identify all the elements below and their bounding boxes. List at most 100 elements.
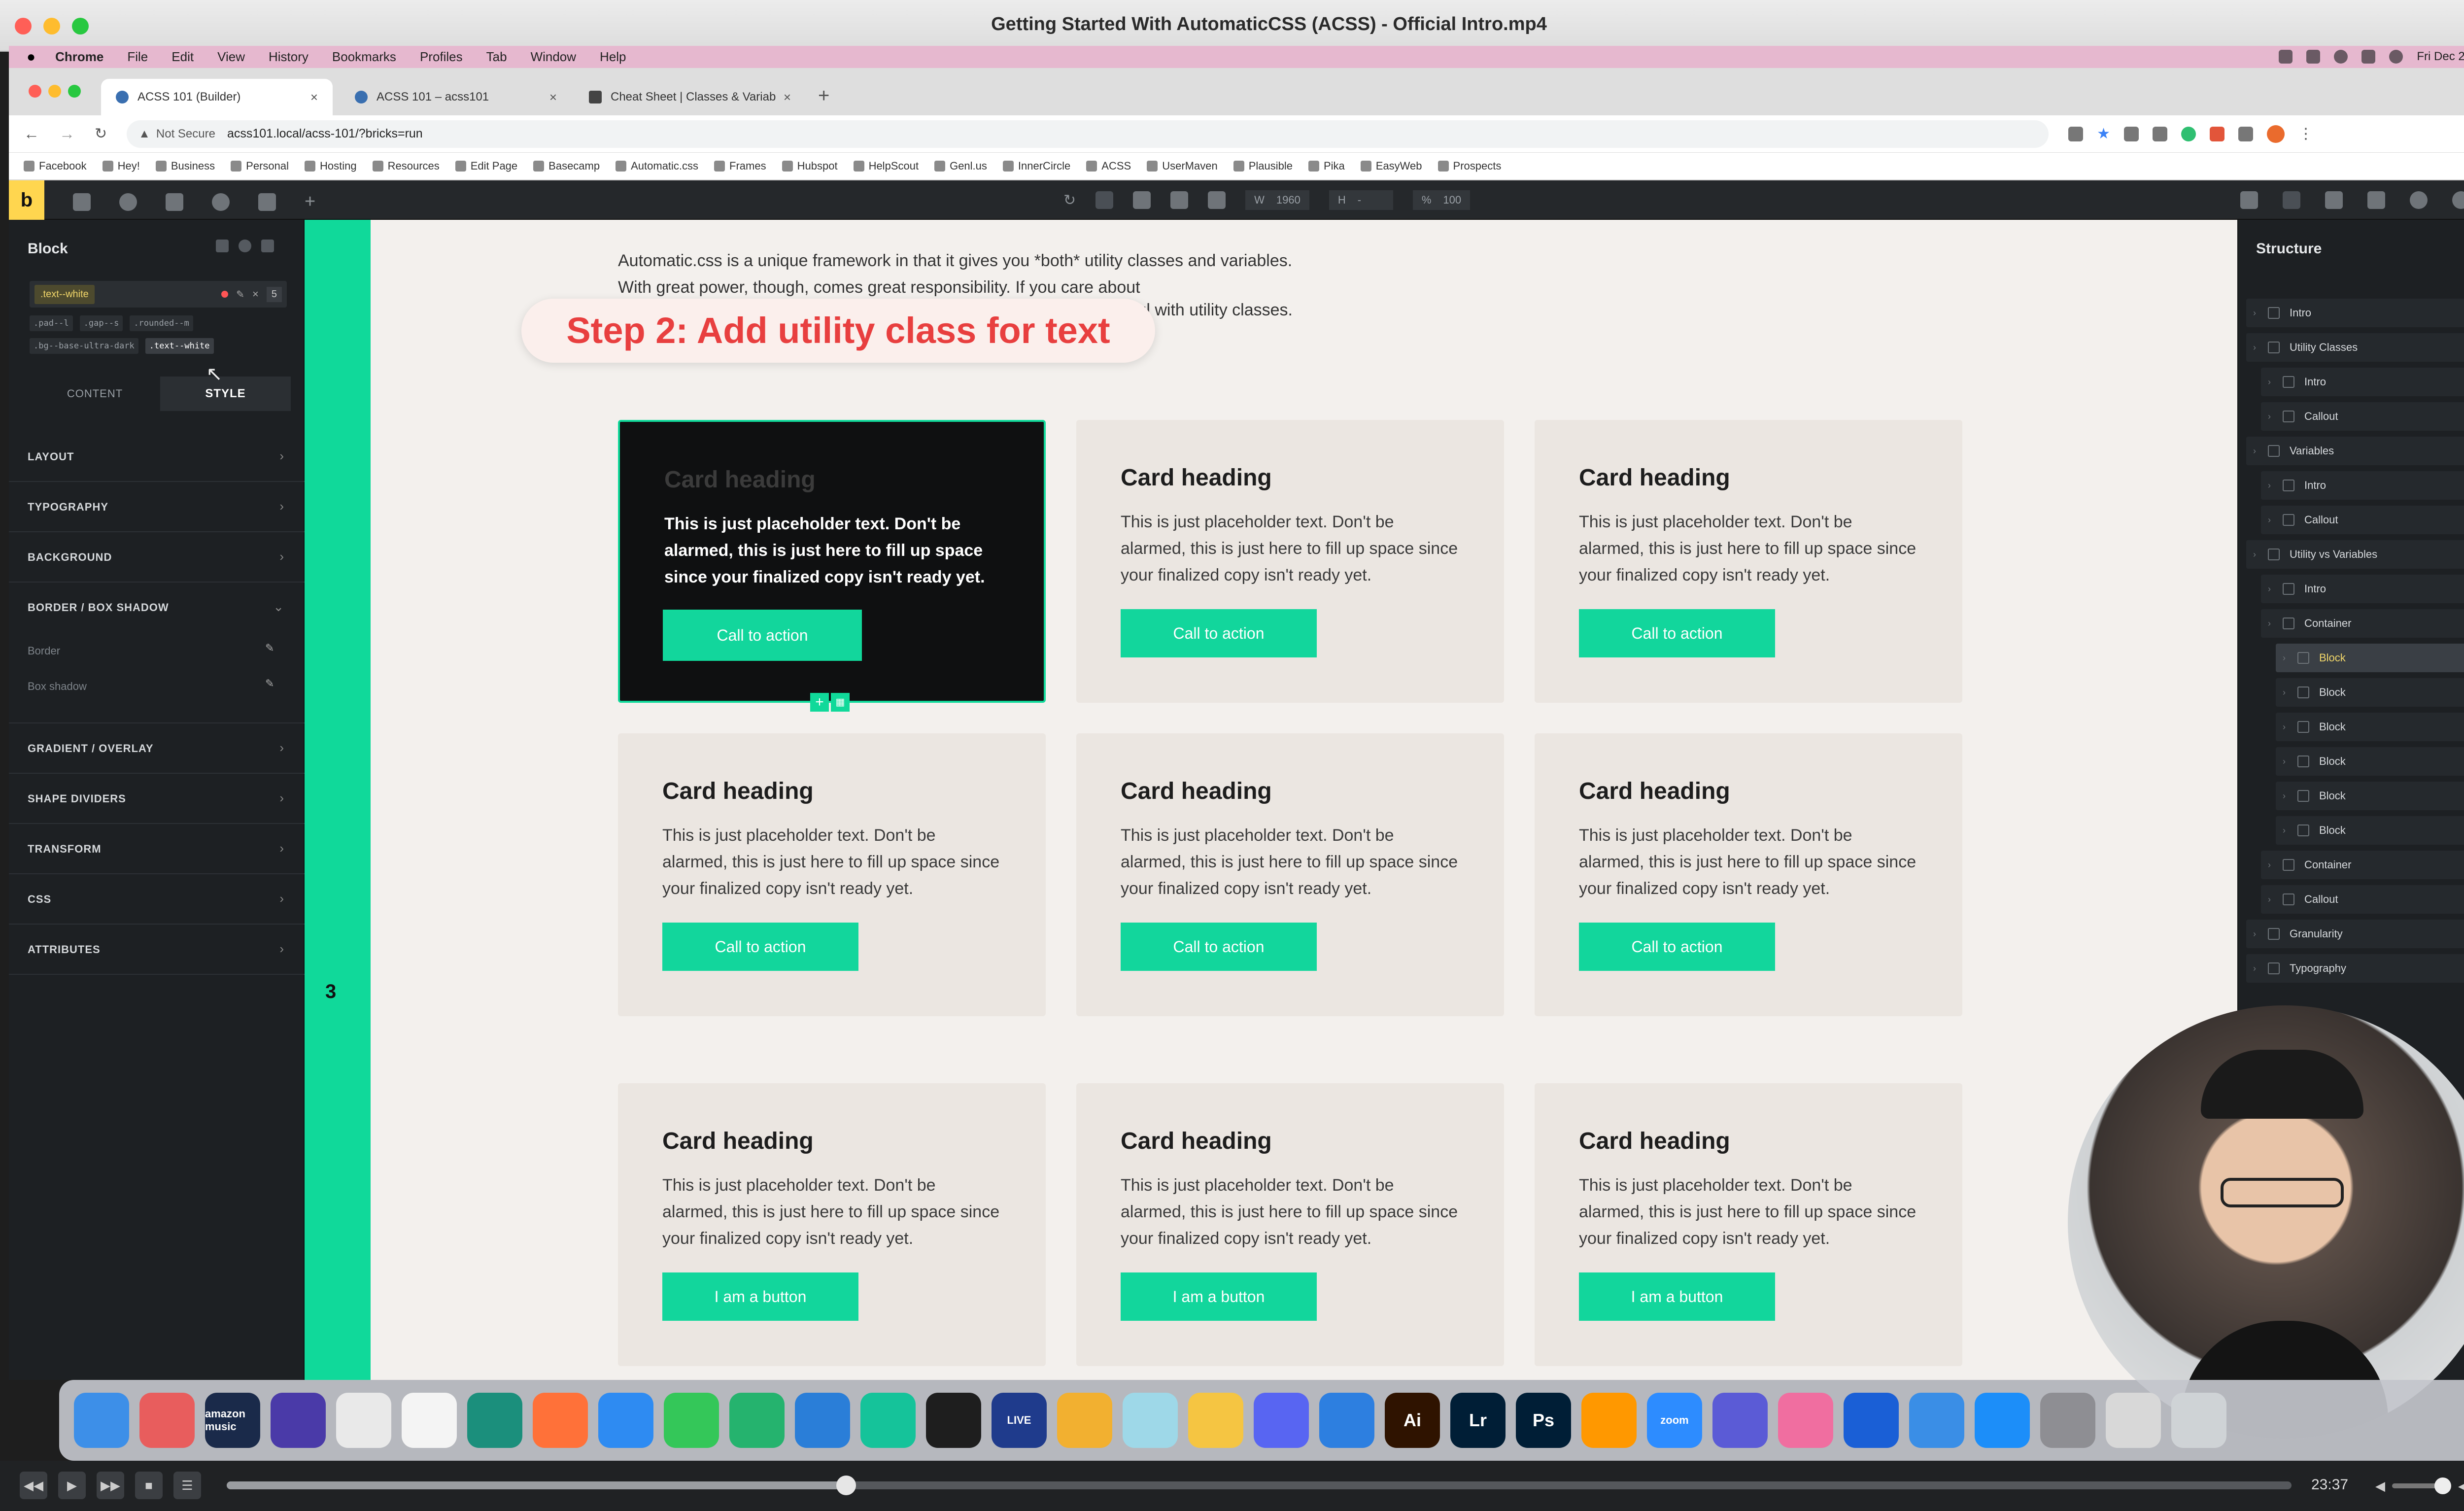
bookmark-item[interactable]: HelpScout bbox=[853, 160, 919, 172]
redo-icon[interactable] bbox=[2283, 191, 2300, 209]
structure-item[interactable]: › Block bbox=[2276, 816, 2464, 845]
section-background[interactable]: BACKGROUND › bbox=[9, 532, 305, 583]
bookmark-item[interactable]: Prospects bbox=[1437, 160, 1501, 172]
bookmark-item[interactable]: Personal bbox=[231, 160, 289, 172]
class-chip[interactable]: .pad--l bbox=[30, 315, 73, 331]
fast-forward-icon[interactable]: ▶▶ bbox=[97, 1472, 124, 1499]
chrome-minimize-button[interactable] bbox=[48, 85, 61, 98]
bookmark-item[interactable]: Genl.us bbox=[934, 160, 987, 172]
structure-item[interactable]: › Intro bbox=[2261, 471, 2464, 500]
bookmark-item[interactable]: UserMaven bbox=[1147, 160, 1218, 172]
play-icon[interactable]: ▶ bbox=[58, 1472, 86, 1499]
landscape-breakpoint-icon[interactable] bbox=[1170, 191, 1189, 209]
menu-item[interactable]: Help bbox=[600, 49, 626, 65]
chevron-right-icon[interactable]: › bbox=[2253, 929, 2259, 939]
card-button[interactable]: Call to action bbox=[1579, 609, 1775, 657]
section-border-box-shadow[interactable]: BORDER / BOX SHADOW ⌄ Border ✎ Box shadow… bbox=[9, 583, 305, 723]
status-icon[interactable] bbox=[2279, 50, 2293, 64]
bookmark-item[interactable]: Hosting bbox=[305, 160, 357, 172]
menu-item[interactable]: Profiles bbox=[420, 49, 463, 65]
tab-acss-builder[interactable]: ACSS 101 (Builder) × bbox=[101, 79, 333, 115]
chevron-right-icon[interactable]: › bbox=[2283, 791, 2289, 801]
chevron-right-icon[interactable]: › bbox=[2268, 377, 2274, 387]
height-field[interactable]: H - bbox=[1329, 190, 1393, 210]
bookmark-item[interactable]: Pika bbox=[1308, 160, 1345, 172]
undo-icon[interactable] bbox=[2240, 191, 2258, 209]
menu-item[interactable]: Tab bbox=[486, 49, 507, 65]
structure-item[interactable]: › Typography bbox=[2246, 954, 2464, 983]
structure-item[interactable]: › Block bbox=[2276, 747, 2464, 776]
tab-style[interactable]: STYLE bbox=[160, 377, 291, 411]
bookmark-item[interactable]: Frames bbox=[714, 160, 766, 172]
star-icon[interactable]: ★ bbox=[2097, 125, 2110, 142]
chevron-right-icon[interactable]: › bbox=[2283, 756, 2289, 767]
bookmark-item[interactable]: ACSS bbox=[1086, 160, 1131, 172]
rewind-icon[interactable]: ◀◀ bbox=[20, 1472, 47, 1499]
share-icon[interactable] bbox=[2068, 126, 2084, 141]
section-css[interactable]: CSS › bbox=[9, 874, 305, 925]
scissors-icon[interactable] bbox=[1123, 1393, 1178, 1448]
card-button[interactable]: Call to action bbox=[1121, 609, 1317, 657]
firefox-icon[interactable] bbox=[533, 1393, 588, 1448]
section-shape-dividers[interactable]: SHAPE DIVIDERS › bbox=[9, 774, 305, 824]
grammarly-icon[interactable] bbox=[860, 1393, 916, 1448]
extension-icon[interactable] bbox=[2181, 126, 2196, 141]
keynote-icon[interactable] bbox=[1319, 1393, 1374, 1448]
chevron-right-icon[interactable]: › bbox=[2253, 963, 2259, 974]
templates-icon[interactable] bbox=[2367, 191, 2385, 209]
seek-bar[interactable] bbox=[227, 1476, 2292, 1495]
card-button[interactable]: I am a button bbox=[662, 1272, 858, 1321]
delete-dot-icon[interactable] bbox=[221, 291, 229, 298]
chevron-right-icon[interactable]: › bbox=[2268, 860, 2274, 870]
settings-icon[interactable] bbox=[216, 240, 229, 252]
structure-item[interactable]: › Intro bbox=[2246, 299, 2464, 327]
structure-item[interactable]: › Callout bbox=[2261, 402, 2464, 431]
card[interactable]: Card heading This is just placeholder tex… bbox=[1535, 733, 1962, 1016]
edit-box-shadow-icon[interactable]: ✎ bbox=[265, 677, 274, 690]
builder-canvas[interactable]: Automatic.css is a unique framework in t… bbox=[305, 220, 2237, 1380]
app-store-icon[interactable] bbox=[1975, 1393, 2030, 1448]
discord-icon[interactable] bbox=[1254, 1393, 1309, 1448]
wordpress-icon[interactable] bbox=[2410, 191, 2428, 209]
card[interactable]: Card heading This is just placeholder tex… bbox=[1076, 1083, 1504, 1366]
save-icon[interactable] bbox=[261, 240, 274, 252]
tablet-breakpoint-icon[interactable] bbox=[1133, 191, 1151, 209]
menu-item[interactable]: Window bbox=[531, 49, 576, 65]
class-selector[interactable]: .text--white ✎ × 5 bbox=[30, 281, 287, 308]
chevron-right-icon[interactable]: › bbox=[2268, 412, 2274, 422]
chevron-right-icon[interactable]: › bbox=[2253, 446, 2259, 456]
forklift-icon[interactable] bbox=[1188, 1393, 1243, 1448]
structure-icon[interactable] bbox=[2325, 191, 2343, 209]
search-icon[interactable] bbox=[239, 240, 251, 252]
close-tab-icon[interactable]: × bbox=[784, 90, 791, 105]
chevron-right-icon[interactable]: › bbox=[2268, 894, 2274, 905]
card-button[interactable]: I am a button bbox=[1121, 1272, 1317, 1321]
stop-icon[interactable]: ■ bbox=[135, 1472, 163, 1499]
add-element-icon[interactable]: + bbox=[810, 693, 829, 712]
width-field[interactable]: W 1960 bbox=[1245, 190, 1309, 210]
edit-border-icon[interactable]: ✎ bbox=[265, 642, 274, 654]
cleaner-icon[interactable] bbox=[1778, 1393, 1833, 1448]
class-chip[interactable]: .bg--base-ultra-dark bbox=[30, 338, 138, 354]
class-chip[interactable]: .gap--s bbox=[79, 315, 123, 331]
structure-item[interactable]: › Container bbox=[2261, 851, 2464, 879]
photoshop-icon[interactable]: Ps bbox=[1516, 1393, 1571, 1448]
bookmark-item[interactable]: Facebook bbox=[24, 160, 87, 172]
section-layout[interactable]: LAYOUT › bbox=[9, 432, 305, 482]
tab-acss101[interactable]: ACSS 101 – acss101 × bbox=[340, 79, 572, 115]
sublime-icon[interactable] bbox=[1581, 1393, 1637, 1448]
app-icon[interactable] bbox=[467, 1393, 522, 1448]
bookmark-item[interactable]: Resources bbox=[372, 160, 440, 172]
status-icon[interactable] bbox=[2334, 50, 2348, 64]
bookmark-item[interactable]: Hey! bbox=[102, 160, 140, 172]
section-gradient-overlay[interactable]: GRADIENT / OVERLAY › bbox=[9, 723, 305, 774]
messages-icon[interactable] bbox=[664, 1393, 719, 1448]
card[interactable]: Card heading This is just placeholder tex… bbox=[1535, 1083, 1962, 1366]
apple-icon[interactable]: ● bbox=[27, 49, 35, 66]
finder-icon[interactable] bbox=[74, 1393, 129, 1448]
search-icon[interactable] bbox=[2389, 50, 2403, 64]
structure-item[interactable]: › Callout bbox=[2261, 885, 2464, 914]
wifi-icon[interactable] bbox=[2361, 50, 2376, 64]
structure-item[interactable]: › Intro bbox=[2261, 368, 2464, 396]
bricks-logo[interactable]: b bbox=[9, 180, 44, 220]
